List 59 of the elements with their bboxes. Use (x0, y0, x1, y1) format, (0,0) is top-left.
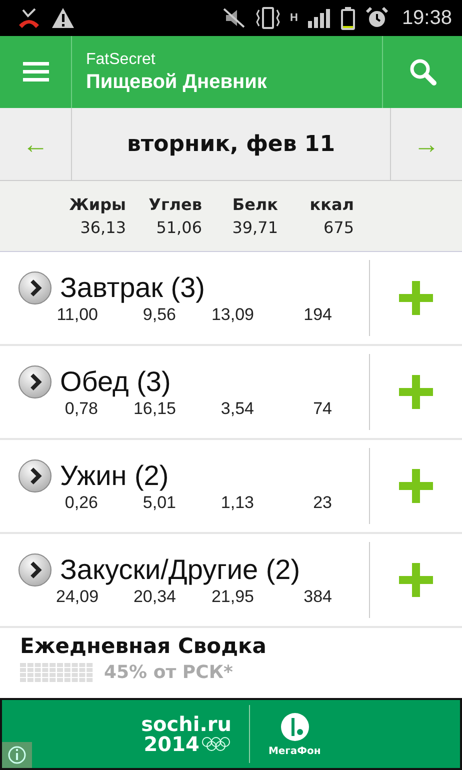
battery-icon (340, 6, 356, 30)
meal-value: 74 (312, 399, 332, 419)
meal-value: 21,95 (210, 587, 254, 607)
plus-icon (399, 469, 433, 503)
meal-value: 0,78 (64, 399, 98, 419)
meal-value: 1,13 (220, 493, 254, 513)
meal-value: 24,09 (56, 587, 98, 607)
meal-value: 194 (302, 305, 332, 325)
meal-value: 9,56 (142, 305, 176, 325)
expand-button[interactable] (18, 365, 52, 399)
search-icon (408, 58, 436, 86)
plus-icon (399, 375, 433, 409)
meal-value: 13,09 (210, 305, 254, 325)
total-value: 675 (323, 218, 354, 237)
date-label: вторник, фев 11 (126, 132, 336, 156)
total-value: 39,71 (232, 218, 278, 237)
meal-name[interactable]: Завтрак (3) (60, 272, 205, 304)
meal-value: 5,01 (142, 493, 176, 513)
network-type-label: H (290, 12, 298, 24)
total-label: ккал (310, 195, 354, 214)
meal-value: 0,26 (64, 493, 98, 513)
alarm-icon (364, 6, 389, 30)
progress-grid-icon (20, 662, 94, 682)
meal-value: 3,54 (220, 399, 254, 419)
meal-name[interactable]: Обед (3) (60, 366, 171, 398)
rdi-percent: 45% от РСК* (104, 662, 233, 683)
expand-button[interactable] (18, 459, 52, 493)
vibrate-icon (254, 6, 281, 30)
info-icon[interactable] (2, 742, 32, 768)
section-title: Ежедневная Сводка (20, 634, 268, 658)
plus-icon (399, 281, 433, 315)
warning-icon (51, 7, 75, 29)
total-label: Углев (148, 195, 202, 214)
menu-icon (22, 61, 48, 83)
sponsor-logo-icon (280, 712, 310, 742)
meal-name[interactable]: Ужин (2) (60, 460, 169, 492)
meal-value: 23 (312, 493, 332, 513)
meal-name[interactable]: Закуски/Другие (2) (60, 554, 300, 586)
sponsor-name: МегаФон (268, 746, 321, 756)
meal-value: 20,34 (132, 587, 176, 607)
clock-time: 19:38 (402, 6, 452, 30)
mute-icon (222, 7, 246, 29)
app-name: FatSecret (86, 50, 156, 68)
rings-icon (201, 736, 232, 752)
expand-button[interactable] (18, 271, 52, 305)
ad-brand-text: sochi.ru (141, 714, 232, 734)
meal-value: 16,15 (132, 399, 176, 419)
plus-icon (399, 563, 433, 597)
total-label: Белк (232, 195, 278, 214)
total-value: 36,13 (80, 218, 126, 237)
ad-year-text: 2014 (144, 734, 200, 754)
total-label: Жиры (69, 195, 126, 214)
meal-value: 11,00 (56, 305, 98, 325)
ad-banner[interactable]: sochi.ru 2014 МегаФон (0, 698, 462, 770)
total-value: 51,06 (156, 218, 202, 237)
expand-button[interactable] (18, 553, 52, 587)
signal-icon (306, 7, 331, 29)
screen-title: Пищевой Дневник (86, 70, 268, 94)
meal-value: 384 (302, 587, 332, 607)
